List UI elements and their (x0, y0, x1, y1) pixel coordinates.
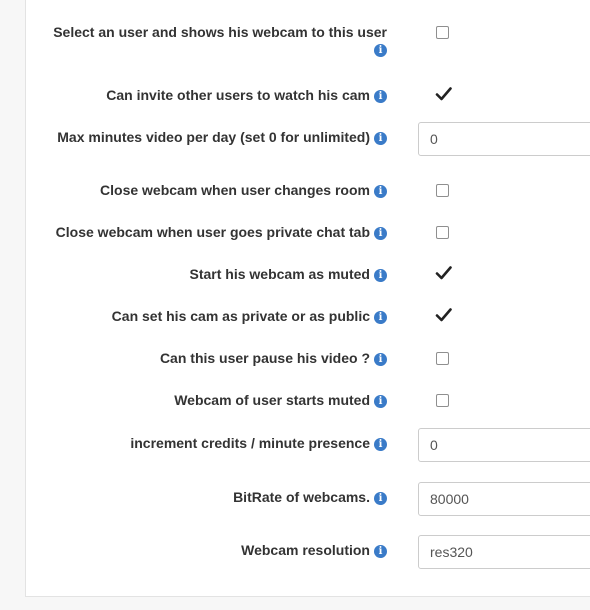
info-icon[interactable]: i (374, 269, 387, 282)
close-on-room-change-checkbox[interactable] (436, 184, 449, 197)
select-user-webcam-checkbox[interactable] (436, 26, 449, 39)
setting-label: Can this user pause his video ? i (160, 350, 387, 366)
info-icon[interactable]: i (374, 44, 387, 57)
webcam-settings-panel: Select an user and shows his webcam to t… (25, 0, 590, 597)
info-icon[interactable]: i (374, 185, 387, 198)
setting-label: Max minutes video per day (set 0 for unl… (57, 129, 387, 145)
webcam-starts-muted-checkbox[interactable] (436, 394, 449, 407)
setting-label: increment credits / minute presence i (130, 435, 387, 451)
pause-video-checkbox[interactable] (436, 352, 449, 365)
setting-label: Can invite other users to watch his cam i (106, 87, 387, 103)
info-icon[interactable]: i (374, 227, 387, 240)
info-icon[interactable]: i (374, 353, 387, 366)
start-muted-checkbox[interactable] (435, 266, 452, 280)
checkmark-icon (435, 87, 452, 101)
increment-credits-input[interactable]: 0 (418, 428, 590, 462)
info-icon[interactable]: i (374, 90, 387, 103)
setting-label: Webcam of user starts muted i (174, 392, 387, 408)
invite-others-checkbox[interactable] (435, 87, 452, 101)
info-icon[interactable]: i (374, 311, 387, 324)
setting-label: Close webcam when user changes room i (100, 182, 387, 198)
info-icon[interactable]: i (374, 395, 387, 408)
setting-label: Start his webcam as muted i (189, 266, 387, 282)
info-icon[interactable]: i (374, 132, 387, 145)
setting-label: Select an user and shows his webcam to t… (53, 24, 387, 57)
checkmark-icon (435, 266, 452, 280)
info-icon[interactable]: i (374, 492, 387, 505)
bitrate-input[interactable]: 80000 (418, 482, 590, 516)
info-icon[interactable]: i (374, 545, 387, 558)
setting-label: BitRate of webcams. i (233, 489, 387, 505)
close-on-private-chat-checkbox[interactable] (436, 226, 449, 239)
setting-label: Can set his cam as private or as public i (112, 308, 387, 324)
webcam-resolution-select[interactable]: res320 (418, 535, 590, 569)
info-icon[interactable]: i (374, 438, 387, 451)
setting-label: Close webcam when user goes private chat… (56, 224, 387, 240)
setting-label: Webcam resolution i (241, 542, 387, 558)
max-minutes-input[interactable]: 0 (418, 122, 590, 156)
private-or-public-checkbox[interactable] (435, 308, 452, 322)
checkmark-icon (435, 308, 452, 322)
